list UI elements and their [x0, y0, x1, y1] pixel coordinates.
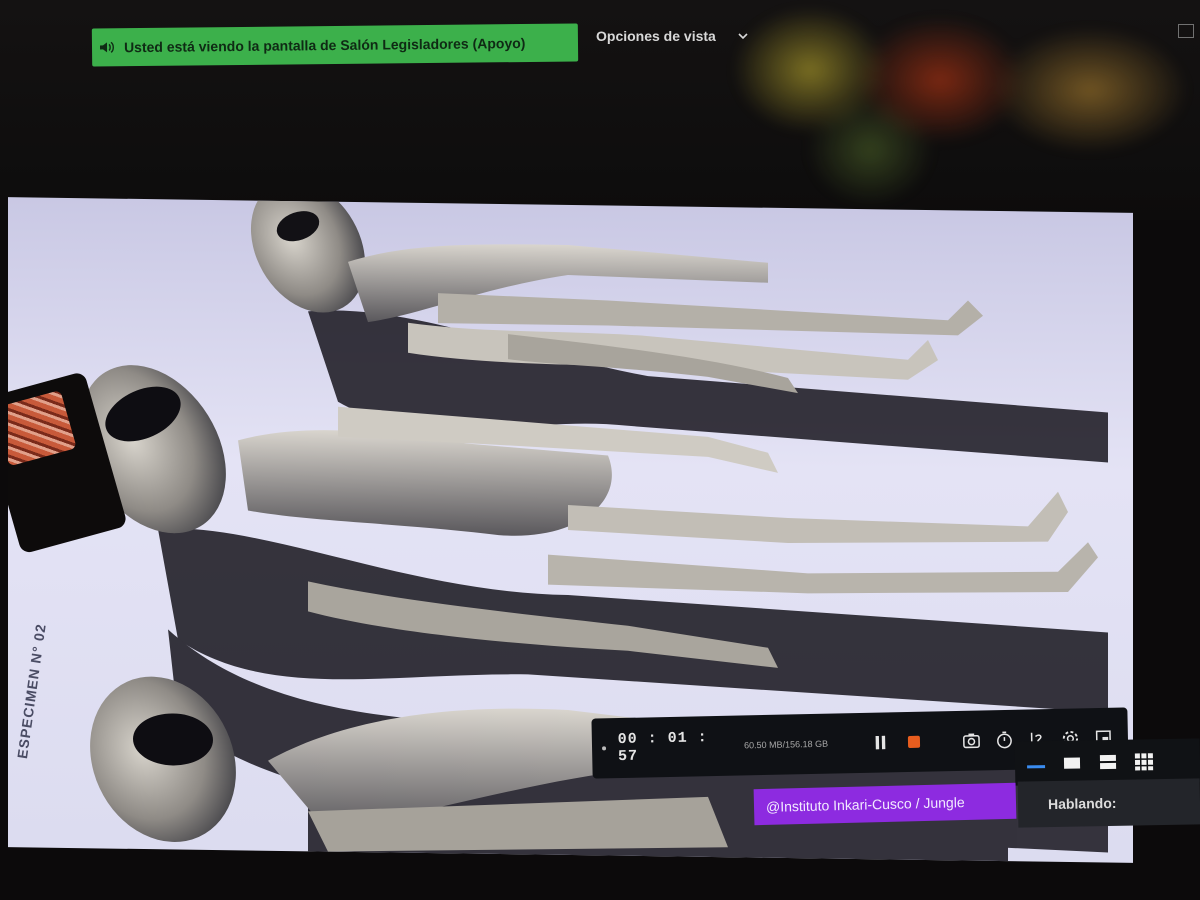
view-options-menu[interactable]: Opciones de vista	[596, 24, 748, 48]
recording-indicator-icon	[602, 746, 606, 751]
image-credit: @Instituto Inkari-Cusco / Jungle	[753, 782, 1017, 826]
speaker-layout-icon[interactable]	[1025, 753, 1047, 773]
banner-text: Usted está viendo la pantalla de Salón L…	[123, 35, 526, 56]
timer-icon[interactable]	[994, 729, 1015, 751]
speaking-label: Hablando:	[1047, 794, 1117, 813]
recording-timer: 00 : 01 : 57	[617, 729, 708, 766]
chevron-down-icon	[738, 33, 748, 40]
view-options-label: Opciones de vista	[596, 28, 716, 44]
pause-icon[interactable]	[870, 731, 891, 753]
speaking-indicator: Hablando:	[1017, 778, 1200, 828]
split-layout-icon[interactable]	[1097, 752, 1119, 772]
screen-share-banner: Usted está viendo la pantalla de Salón L…	[91, 23, 579, 67]
speaker-icon	[99, 41, 114, 53]
stop-button[interactable]	[903, 731, 924, 753]
screenshot-icon[interactable]	[961, 729, 982, 751]
file-size: 60.50 MB/156.18 GB	[743, 738, 829, 751]
window-corner-icon[interactable]	[1178, 24, 1194, 38]
single-layout-icon[interactable]	[1061, 752, 1083, 772]
stop-icon	[907, 735, 920, 749]
gallery-layout-icon[interactable]	[1133, 751, 1155, 771]
